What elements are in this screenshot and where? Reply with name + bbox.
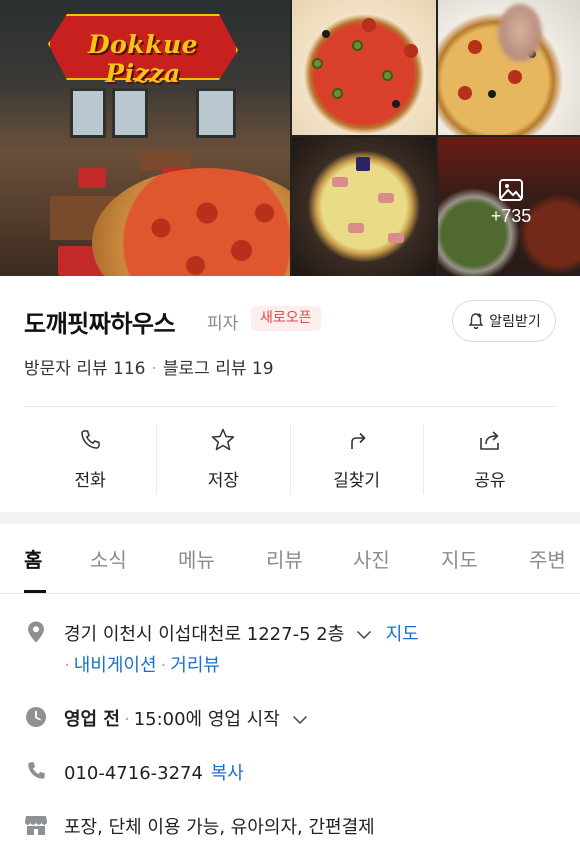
visitor-review-link[interactable]: 방문자 리뷰 116 [24,359,145,379]
hours-row[interactable]: 영업 전 · 15:00에 영업 시작 [24,705,556,731]
directions-label: 길찾기 [333,471,381,491]
photo-thumbnail[interactable] [292,137,436,276]
map-link[interactable]: 지도 [386,624,419,645]
separator-dot: · [160,655,167,676]
phone-icon [81,430,100,449]
new-open-badge: 새로오픈 [251,306,321,331]
phone-number[interactable]: 010-4716-3274 [64,763,203,784]
tab-nearby[interactable]: 주변 [529,544,566,573]
share-label: 공유 [474,471,506,491]
bell-plus-icon [468,313,484,330]
separator-dot: · [64,655,70,676]
directions-icon [350,432,365,449]
tab-photos[interactable]: 사진 [353,544,390,573]
restaurant-logo: Dokkue Pizza [48,8,238,88]
photo-thumbnail[interactable] [292,0,436,135]
photo-count-text: +735 [490,206,532,226]
directions-button[interactable]: 길찾기 [291,424,424,494]
chevron-down-icon[interactable] [356,630,372,640]
address-row: 경기 이천시 이섭대천로 1227-5 2층 지도 · 내비게이션 · 거리뷰 [24,620,556,680]
window [196,88,236,138]
gallery-icon [499,179,523,201]
separator-dot: · [151,359,157,379]
hours-detail: 15:00에 영업 시작 [133,709,280,730]
tab-news[interactable]: 소식 [90,544,127,573]
amenities-text: 포장, 단체 이용 가능, 유아의자, 간편결제 [64,817,375,838]
place-name: 도깨핏짜하우스 [24,310,176,338]
more-photos-overlay[interactable]: +735 [472,178,550,227]
clock-icon [24,705,48,729]
chair [78,168,106,188]
location-pin-icon [24,620,48,644]
phone-row: 010-4716-3274 복사 [24,759,556,785]
logo-text: Dokkue Pizza [87,30,199,88]
main-photo[interactable]: Dokkue Pizza [0,0,290,276]
hours-status: 영업 전 [64,709,120,730]
share-icon [480,431,499,450]
copy-phone-button[interactable]: 복사 [211,763,244,784]
call-label: 전화 [74,471,106,491]
tab-bar: 홈 소식 메뉴 리뷰 사진 지도 주변 [0,524,580,594]
tab-menu[interactable]: 메뉴 [178,544,215,573]
phone-icon [24,759,48,783]
call-button[interactable]: 전화 [24,424,158,494]
review-summary: 방문자 리뷰 116 · 블로그 리뷰 19 [24,354,274,379]
place-header: 도깨핏짜하우스 피자 새로오픈 알림받기 [24,300,556,350]
save-button[interactable]: 저장 [157,424,291,494]
blurred-face [498,4,542,62]
notify-label: 알림받기 [489,314,541,330]
window [112,88,148,138]
pepperoni-pizza [92,168,290,276]
navigation-link[interactable]: 내비게이션 [74,655,157,676]
address-text[interactable]: 경기 이천시 이섭대천로 1227-5 2층 [64,624,344,645]
action-bar: 전화 저장 길찾기 공유 [24,424,556,494]
photo-gallery[interactable]: Dokkue Pizza +735 [0,0,580,276]
tab-map[interactable]: 지도 [441,544,478,573]
star-icon [212,428,235,451]
notify-button[interactable]: 알림받기 [452,300,556,342]
section-gap [0,512,580,524]
separator-dot: · [123,709,130,730]
tab-reviews[interactable]: 리뷰 [266,544,303,573]
divider [24,406,556,407]
amenities-row: 포장, 단체 이용 가능, 유아의자, 간편결제 [24,813,556,839]
share-button[interactable]: 공유 [424,424,556,494]
blog-review-link[interactable]: 블로그 리뷰 19 [163,359,274,379]
window [70,88,106,138]
place-category: 피자 [207,314,239,334]
tab-home[interactable]: 홈 [24,544,42,573]
active-tab-indicator [24,590,46,593]
save-label: 저장 [207,471,240,491]
chevron-down-icon[interactable] [292,715,308,725]
store-icon [24,813,48,837]
street-view-link[interactable]: 거리뷰 [170,655,220,676]
